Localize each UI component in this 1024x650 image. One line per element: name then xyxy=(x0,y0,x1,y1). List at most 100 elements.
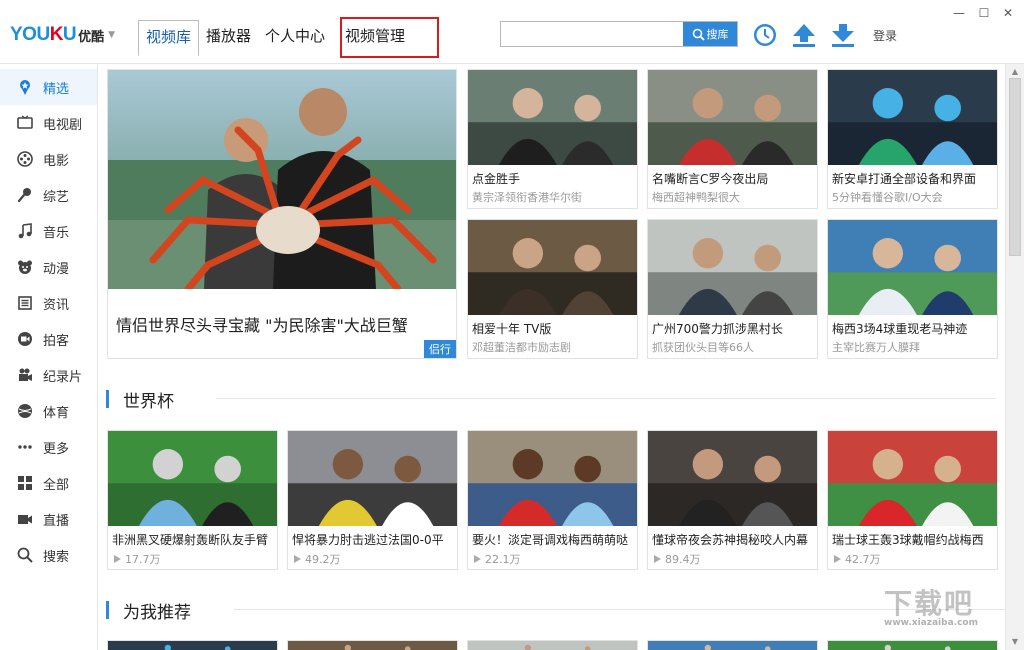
play-icon xyxy=(654,555,661,563)
video-thumbnail xyxy=(648,220,817,315)
sidebar-item[interactable]: 全部 xyxy=(0,465,97,501)
tv-icon xyxy=(16,114,34,132)
top-bar: YOUKU 优酷 ▼ 视频库 播放器 个人中心 视频管理 搜库 登录 — ☐ ✕ xyxy=(0,0,1024,64)
news-icon xyxy=(16,294,34,312)
grid-icon xyxy=(16,474,34,492)
video-thumbnail xyxy=(468,641,637,650)
video-thumbnail xyxy=(648,641,817,650)
sidebar-item[interactable]: 动漫 xyxy=(0,249,97,285)
video-subtitle: 主宰比赛万人膜拜 xyxy=(832,341,920,354)
video-thumbnail xyxy=(828,431,997,526)
sidebar-item-label: 综艺 xyxy=(43,189,70,205)
sidebar-item-label: 电影 xyxy=(43,153,70,169)
play-icon xyxy=(834,555,841,563)
recommend-video-card[interactable] xyxy=(467,640,638,650)
upload-icon[interactable] xyxy=(791,22,817,48)
worldcup-video-card[interactable]: 非洲黑叉硬爆射轰断队友手臂 17.7万 xyxy=(107,430,278,570)
music-note-icon xyxy=(16,222,34,240)
sidebar-item[interactable]: 直播 xyxy=(0,501,97,537)
sidebar-item-label: 更多 xyxy=(43,441,70,457)
worldcup-video-card[interactable]: 悍将暴力肘击逃过法国0-0平 49.2万 xyxy=(287,430,458,570)
video-title: 相爱十年 TV版 xyxy=(472,322,552,336)
video-subtitle: 梅西超神鸭梨很大 xyxy=(652,191,740,204)
search-input[interactable] xyxy=(501,22,683,46)
worldcup-video-card[interactable]: 要火！淡定哥调戏梅西萌萌哒 22.1万 xyxy=(467,430,638,570)
search-button[interactable]: 搜库 xyxy=(683,22,737,46)
featured-card[interactable]: 名嘴断言C罗今夜出局 梅西超神鸭梨很大 xyxy=(647,69,818,209)
play-count: 22.1万 xyxy=(472,551,521,567)
sidebar-item[interactable]: 更多 xyxy=(0,429,97,465)
tab-player[interactable]: 播放器 xyxy=(199,20,258,54)
video-subtitle: 黄宗泽领衔香港华尔街 xyxy=(472,191,582,204)
video-title: 点金胜手 xyxy=(472,172,521,186)
tab-video-library[interactable]: 视频库 xyxy=(138,20,200,56)
tab-video-manage[interactable]: 视频管理 xyxy=(338,20,412,54)
video-thumbnail xyxy=(828,70,997,165)
login-link[interactable]: 登录 xyxy=(873,27,897,44)
section-title: 世界杯 xyxy=(123,391,174,412)
youku-logo[interactable]: YOUKU 优酷 ▼ xyxy=(10,24,115,46)
sidebar-item-label: 拍客 xyxy=(43,333,70,349)
featured-card[interactable]: 广州700警力抓涉黑村长 抓获团伙头目等66人 xyxy=(647,219,818,359)
logo-cn: 优酷 xyxy=(78,29,105,45)
play-count-value: 42.7万 xyxy=(845,553,881,566)
chevron-down-icon[interactable]: ▼ xyxy=(108,30,115,40)
video-thumbnail xyxy=(648,70,817,165)
featured-card[interactable]: 相爱十年 TV版 邓超董洁都市励志剧 xyxy=(467,219,638,359)
video-subtitle: 邓超董洁都市励志剧 xyxy=(472,341,571,354)
minimize-button[interactable]: — xyxy=(952,6,966,20)
sidebar-item-label: 资讯 xyxy=(43,297,70,313)
worldcup-video-card[interactable]: 懂球帝夜会苏神揭秘咬人内幕 89.4万 xyxy=(647,430,818,570)
history-clock-icon[interactable] xyxy=(752,22,778,48)
download-icon[interactable] xyxy=(830,22,856,48)
play-icon xyxy=(474,555,481,563)
video-thumbnail xyxy=(108,431,277,526)
sidebar-item[interactable]: 音乐 xyxy=(0,213,97,249)
play-count: 42.7万 xyxy=(832,551,881,567)
sidebar-item[interactable]: 拍客 xyxy=(0,321,97,357)
hero-tag-badge[interactable]: 侣行 xyxy=(424,340,456,358)
sidebar-item-label: 体育 xyxy=(43,405,70,421)
sidebar-item-label: 搜索 xyxy=(43,549,70,565)
scroll-down-button[interactable]: ▼ xyxy=(1006,634,1024,650)
sidebar-item[interactable]: 综艺 xyxy=(0,177,97,213)
search-icon xyxy=(692,28,705,41)
sidebar-item-label: 全部 xyxy=(43,477,70,493)
play-count-value: 17.7万 xyxy=(125,553,161,566)
video-thumbnail xyxy=(288,431,457,526)
maximize-button[interactable]: ☐ xyxy=(977,6,991,20)
recommend-video-card[interactable] xyxy=(287,640,458,650)
hero-thumbnail xyxy=(108,70,456,289)
featured-card[interactable]: 梅西3场4球重现老马神迹 主宰比赛万人膜拜 xyxy=(827,219,998,359)
video-title: 懂球帝夜会苏神揭秘咬人内幕 xyxy=(652,533,809,547)
search-icon xyxy=(16,546,34,564)
close-button[interactable]: ✕ xyxy=(1001,6,1015,20)
play-count: 17.7万 xyxy=(112,551,161,567)
recommend-video-card[interactable] xyxy=(107,640,278,650)
scroll-thumb[interactable] xyxy=(1009,78,1021,256)
sidebar-item[interactable]: 体育 xyxy=(0,393,97,429)
watermark: 下载吧 www.xiazaiba.com xyxy=(884,582,978,628)
video-title: 新安卓打通全部设备和界面 xyxy=(832,172,977,186)
sidebar-item[interactable]: 纪录片 xyxy=(0,357,97,393)
hero-card[interactable]: 情侣世界尽头寻宝藏 "为民除害"大战巨蟹 侣行 xyxy=(107,69,457,359)
sidebar: 精选 电视剧电影综艺音乐动漫资讯拍客纪录片体育更多全部直播搜索 xyxy=(0,64,98,650)
sidebar-item[interactable]: 电视剧 xyxy=(0,105,97,141)
featured-card[interactable]: 新安卓打通全部设备和界面 5分钟看懂谷歌I/O大会 xyxy=(827,69,998,209)
tab-personal-center[interactable]: 个人中心 xyxy=(258,20,332,54)
featured-card[interactable]: 点金胜手 黄宗泽领衔香港华尔街 xyxy=(467,69,638,209)
recommend-video-card[interactable] xyxy=(647,640,818,650)
sidebar-item[interactable]: 搜索 xyxy=(0,537,97,573)
sidebar-item[interactable]: 精选 xyxy=(0,69,97,105)
recommend-video-card[interactable] xyxy=(827,640,998,650)
microphone-icon xyxy=(16,186,34,204)
video-thumbnail xyxy=(828,220,997,315)
sidebar-item-label: 动漫 xyxy=(43,261,70,277)
vertical-scrollbar[interactable]: ▲ ▼ xyxy=(1005,64,1024,650)
sidebar-item[interactable]: 资讯 xyxy=(0,285,97,321)
video-title: 非洲黑叉硬爆射轰断队友手臂 xyxy=(112,533,269,547)
worldcup-video-card[interactable]: 瑞士球王轰3球戴帽约战梅西 42.7万 xyxy=(827,430,998,570)
video-title: 悍将暴力肘击逃过法国0-0平 xyxy=(292,533,444,547)
section-header-recommend: 为我推荐 xyxy=(106,598,1005,623)
sidebar-item[interactable]: 电影 xyxy=(0,141,97,177)
